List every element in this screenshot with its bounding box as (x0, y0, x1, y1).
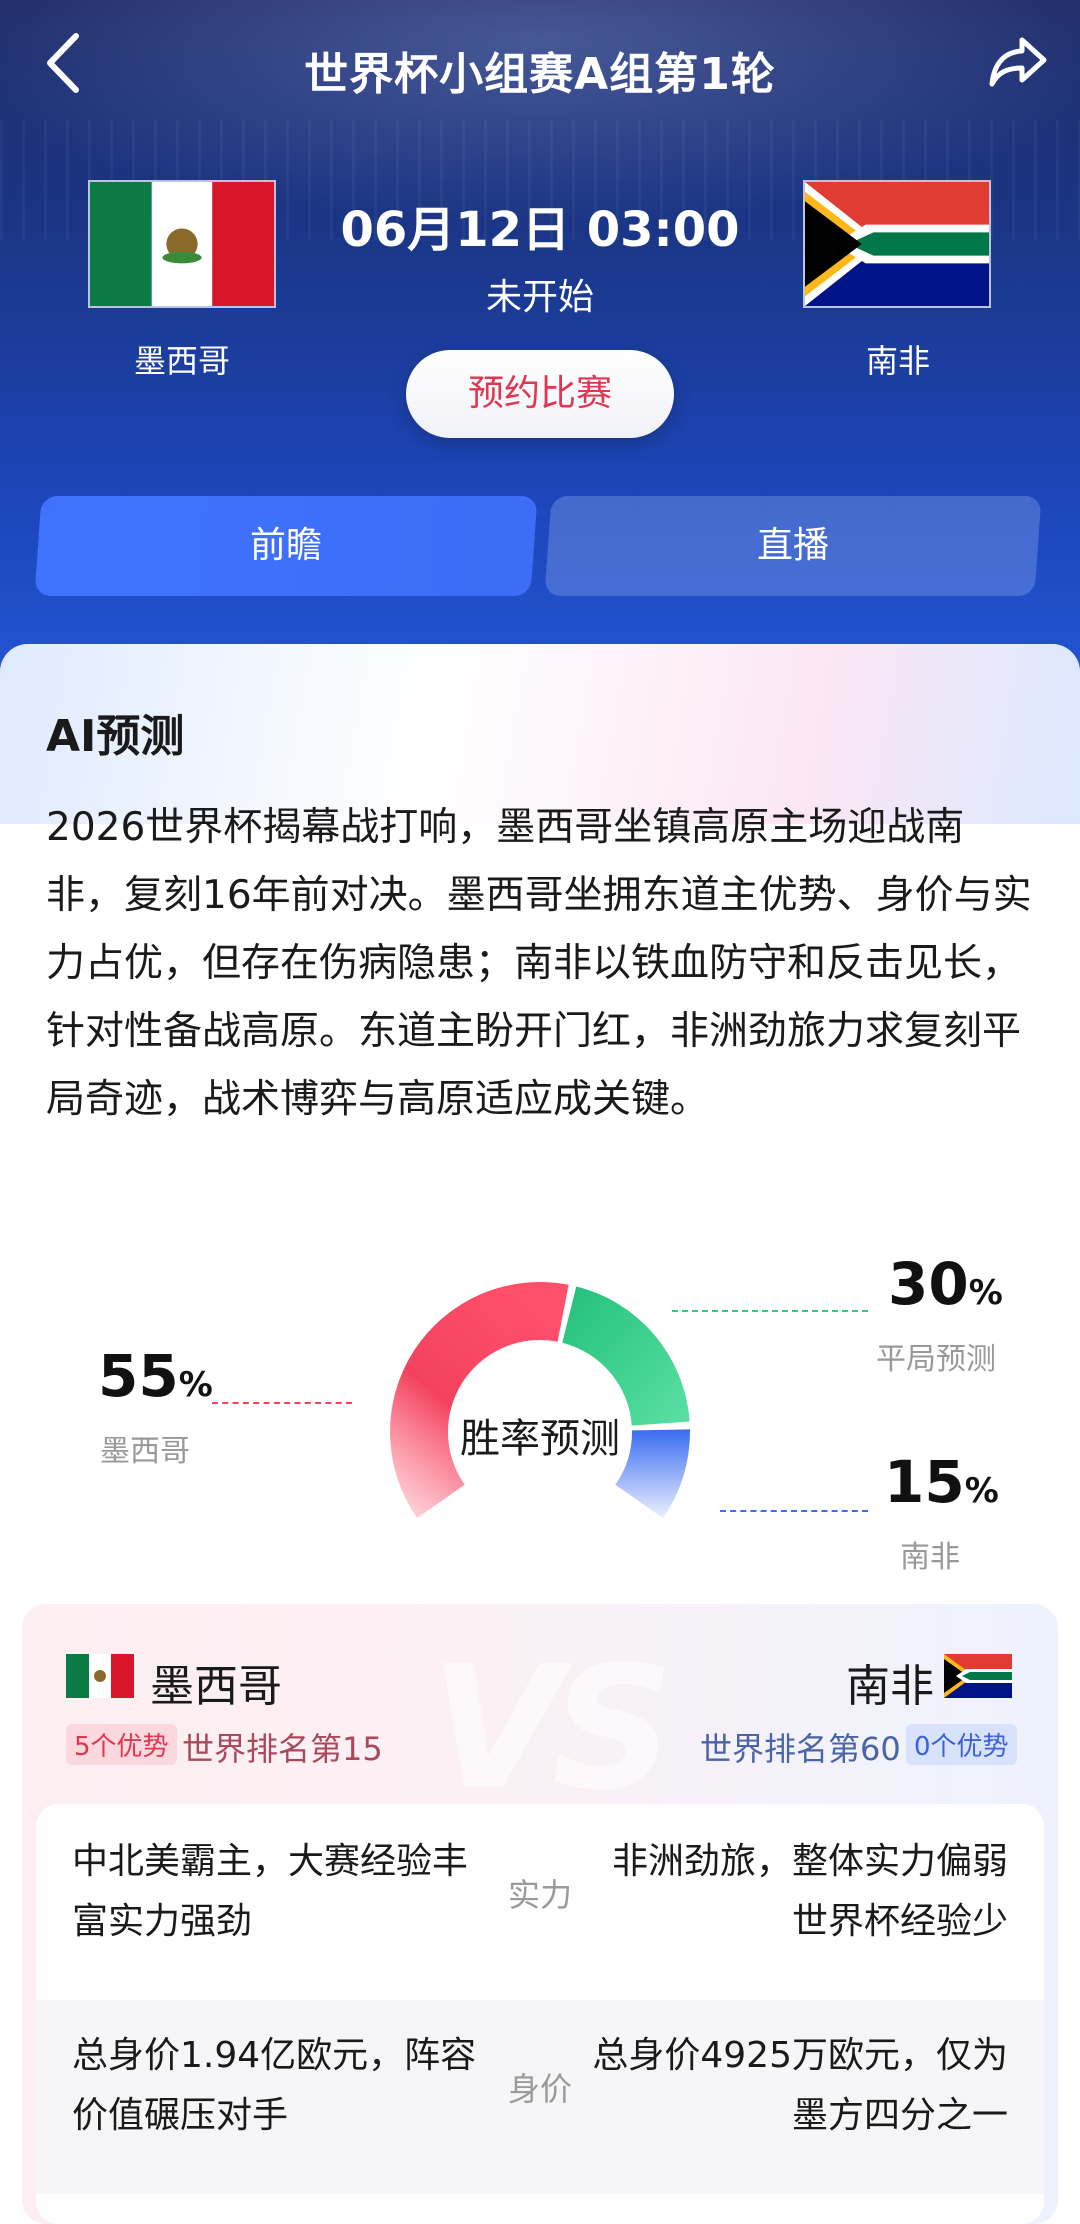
share-arrow-icon (989, 37, 1047, 87)
home-win-segment (390, 1282, 569, 1519)
home-advantage-badge: 5个优势 (66, 1724, 177, 1765)
away-win-percent: 15% (884, 1448, 999, 1516)
away-win-unit: % (964, 1471, 999, 1511)
away-advantage-badge: 0个优势 (906, 1724, 1017, 1765)
away-leader-line (720, 1510, 868, 1512)
draw-label: 平局预测 (876, 1342, 996, 1377)
share-button[interactable] (984, 26, 1054, 96)
page-title: 世界杯小组赛A组第1轮 (304, 49, 776, 100)
draw-percent: 30% (888, 1250, 1003, 1318)
away-team-name: 南非 (865, 342, 930, 380)
draw-leader-line (672, 1310, 868, 1312)
tab-live[interactable]: 直播 (544, 496, 1042, 596)
compare-row-away: 总身价4925万欧元，仅为墨方四分之一 (592, 2035, 1008, 2136)
home-win-label: 墨西哥 (100, 1434, 190, 1469)
south-africa-flag (803, 180, 991, 308)
home-team-name: 墨西哥 (133, 342, 230, 380)
mexico-flag-small (66, 1654, 134, 1698)
draw-value: 30 (888, 1250, 969, 1318)
home-win-value: 55 (98, 1342, 179, 1410)
home-leader-line (212, 1402, 352, 1404)
win-rate-donut (390, 1282, 690, 1519)
home-win-percent: 55% (98, 1342, 213, 1410)
away-win-value: 15 (884, 1448, 965, 1516)
away-world-rank: 世界排名第60 (700, 1730, 901, 1768)
vs-watermark: VS (430, 1630, 674, 1828)
reserve-match-button[interactable]: 预约比赛 (406, 350, 674, 438)
draw-segment (562, 1286, 690, 1426)
home-win-unit: % (178, 1365, 213, 1405)
compare-home-name: 墨西哥 (150, 1661, 282, 1712)
tab-preview[interactable]: 前瞻 (34, 496, 538, 596)
tab-live-label: 直播 (756, 525, 829, 566)
compare-row-away: 非洲劲旅，整体实力偏弱世界杯经验少 (611, 1841, 1008, 1942)
compare-away-name: 南非 (846, 1661, 934, 1712)
draw-unit: % (968, 1273, 1003, 1313)
home-world-rank: 世界排名第15 (182, 1730, 383, 1768)
ai-prediction-text: 2026世界杯揭幕战打响，墨西哥坐镇高原主场迎战南非，复刻16年前对决。墨西哥坐… (46, 805, 1032, 1122)
tab-preview-label: 前瞻 (249, 525, 322, 566)
away-win-label: 南非 (900, 1540, 960, 1575)
compare-row: 中北美霸主，大赛经验丰富实力强劲 实力 非洲劲旅，整体实力偏弱世界杯经验少 (36, 1806, 1044, 2000)
compare-row: 总身价1.94亿欧元，阵容价值碾压对手 身价 总身价4925万欧元，仅为墨方四分… (36, 2000, 1044, 2194)
south-africa-flag-small (944, 1654, 1012, 1698)
ai-prediction-title: AI预测 (46, 711, 185, 762)
